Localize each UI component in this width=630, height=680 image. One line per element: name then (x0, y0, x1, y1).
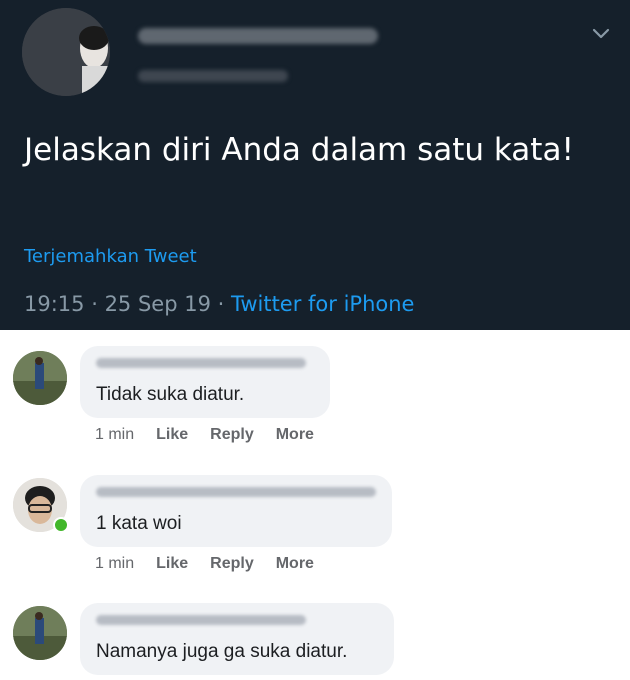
comment-time[interactable]: 1 min (95, 555, 134, 572)
tweet-text: Jelaskan diri Anda dalam satu kata! (24, 132, 574, 168)
handle-redacted (138, 70, 288, 82)
commenter-name-redacted[interactable] (96, 358, 306, 368)
tweet-date[interactable]: 25 Sep 19 (105, 292, 211, 316)
comment-text: Tidak suka diatur. (96, 384, 245, 405)
display-name-redacted (138, 28, 378, 44)
like-button[interactable]: Like (156, 426, 188, 443)
commenter-name-redacted[interactable] (96, 487, 376, 497)
comment-bubble: 1 kata woi (80, 475, 392, 547)
tweet-meta: 19:15 · 25 Sep 19 · Twitter for iPhone (24, 292, 414, 316)
online-status-icon (53, 517, 69, 533)
comment-bubble: Namanya juga ga suka diatur. (80, 603, 394, 675)
reply-button[interactable]: Reply (210, 555, 254, 572)
profile-photo-icon (22, 8, 110, 96)
translate-tweet-link[interactable]: Terjemahkan Tweet (24, 246, 197, 267)
divider (0, 330, 630, 344)
more-button[interactable]: More (276, 426, 314, 443)
comment-actions: 1 min Like Reply More (95, 426, 336, 444)
profile-photo-icon (13, 606, 67, 660)
comment-time[interactable]: 1 min (95, 426, 134, 443)
avatar[interactable] (13, 606, 67, 660)
comment-text: 1 kata woi (96, 513, 182, 534)
tweet-time[interactable]: 19:15 (24, 292, 85, 316)
more-button[interactable]: More (276, 555, 314, 572)
comment-text: Namanya juga ga suka diatur. (96, 641, 348, 662)
tweet-source-link[interactable]: Twitter for iPhone (231, 292, 415, 316)
reply-button[interactable]: Reply (210, 426, 254, 443)
comment-actions: 1 min Like Reply More (95, 555, 336, 573)
comment-bubble: Tidak suka diatur. (80, 346, 330, 418)
avatar[interactable] (13, 351, 67, 405)
commenter-name-redacted[interactable] (96, 615, 306, 625)
chevron-down-icon[interactable] (590, 22, 612, 44)
separator: · (84, 292, 105, 316)
like-button[interactable]: Like (156, 555, 188, 572)
avatar[interactable] (22, 8, 110, 96)
profile-photo-icon (13, 351, 67, 405)
separator: · (210, 292, 231, 316)
tweet-card: Jelaskan diri Anda dalam satu kata! Terj… (0, 0, 630, 330)
